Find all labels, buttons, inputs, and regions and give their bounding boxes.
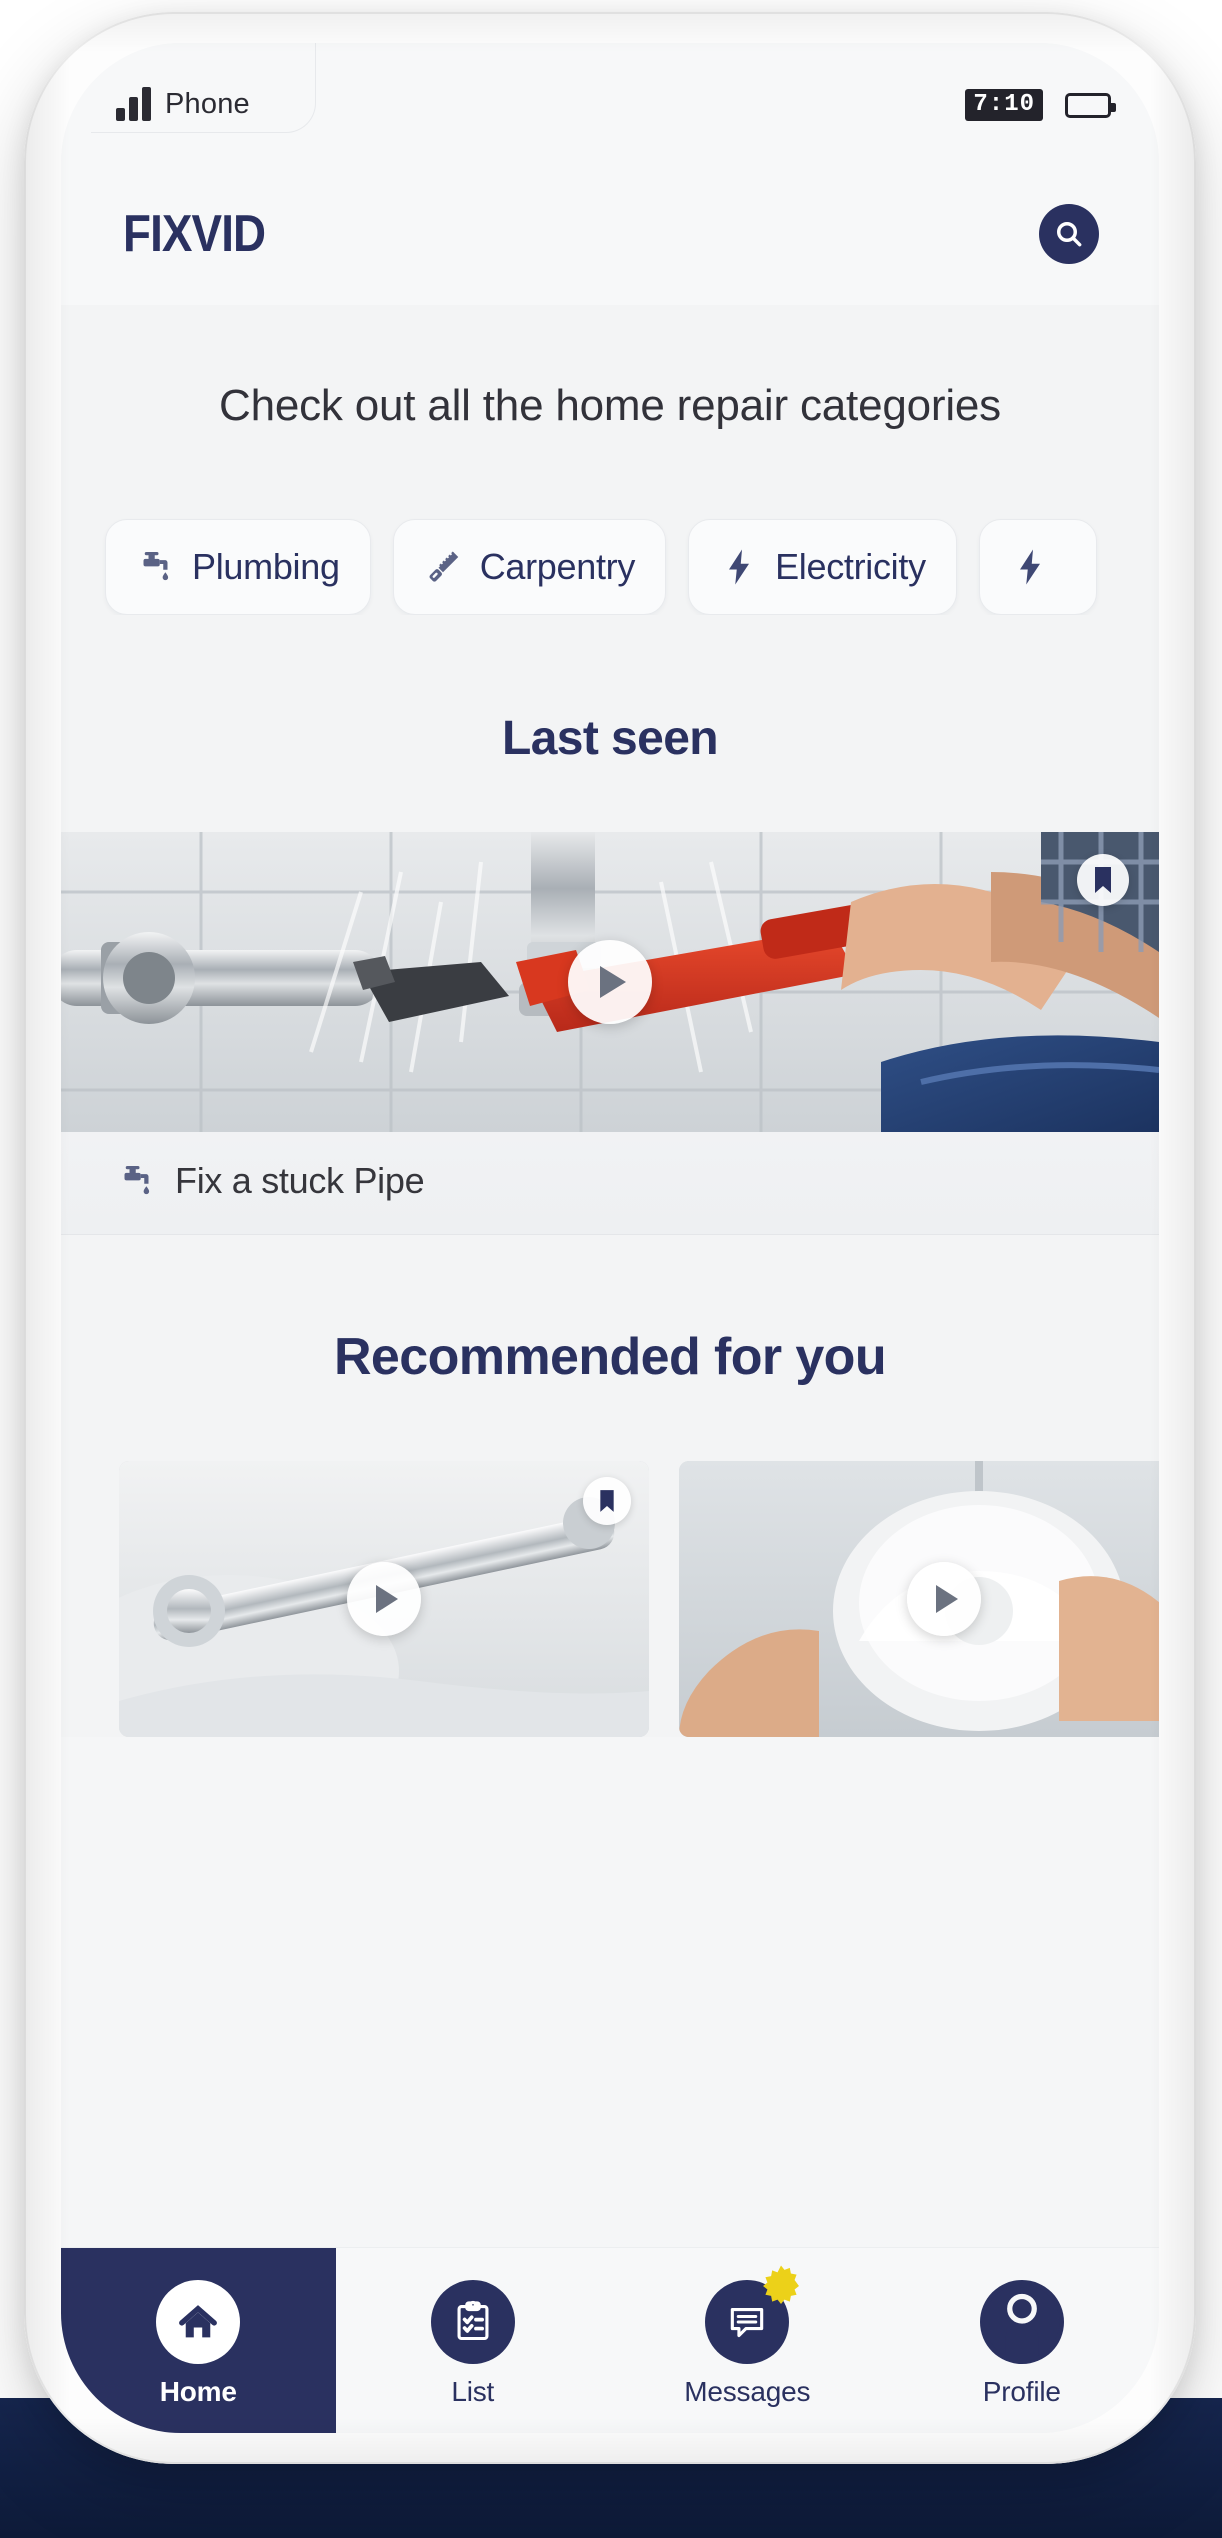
category-chip-plumbing[interactable]: Plumbing bbox=[105, 519, 371, 616]
lightning-bolt-icon bbox=[1010, 547, 1050, 587]
nav-item-label: Home bbox=[159, 2375, 237, 2407]
category-chip-label: Carpentry bbox=[479, 546, 636, 588]
category-chip-partial[interactable] bbox=[978, 519, 1097, 616]
phone-device-mockup: Phone 7:10 FIXVID Check out all the home… bbox=[24, 12, 1196, 2464]
recommended-card-2[interactable] bbox=[679, 1461, 1159, 1738]
faucet-icon bbox=[136, 547, 176, 587]
nav-item-list[interactable]: List bbox=[336, 2248, 611, 2433]
home-icon bbox=[156, 2279, 241, 2364]
category-chip-label: Electricity bbox=[775, 546, 926, 588]
nav-item-profile[interactable]: Profile bbox=[885, 2248, 1160, 2433]
nav-item-home[interactable]: Home bbox=[61, 2248, 336, 2433]
lightning-bolt-icon bbox=[719, 547, 759, 587]
app-header: FIXVID bbox=[61, 163, 1159, 305]
nav-item-label: Profile bbox=[982, 2375, 1061, 2407]
notification-badge bbox=[759, 2264, 803, 2308]
screenshot-root: Phone 7:10 FIXVID Check out all the home… bbox=[0, 0, 1222, 2538]
battery-icon bbox=[1065, 92, 1116, 118]
nav-item-label: List bbox=[451, 2375, 495, 2407]
status-bar: Phone 7:10 bbox=[61, 43, 1159, 163]
play-icon[interactable] bbox=[568, 940, 652, 1025]
carrier-label: Phone bbox=[165, 88, 250, 120]
recommended-card-row[interactable] bbox=[61, 1461, 1159, 1738]
section-title-recommended: Recommended for you bbox=[333, 1328, 887, 1387]
page-title: Check out all the home repair categories bbox=[219, 381, 1001, 430]
phone-screen: Phone 7:10 FIXVID Check out all the home… bbox=[61, 43, 1159, 2433]
main-content: Check out all the home repair categories bbox=[61, 305, 1159, 1738]
chat-icon bbox=[705, 2264, 800, 2364]
video-thumbnail[interactable] bbox=[61, 832, 1159, 1133]
bookmark-icon[interactable] bbox=[1077, 854, 1129, 907]
play-triangle bbox=[600, 966, 626, 999]
play-triangle bbox=[376, 1585, 398, 1614]
section-title-last-seen: Last seen bbox=[501, 712, 719, 766]
bottom-navigation[interactable]: Home List Messages Profile bbox=[61, 2247, 1159, 2433]
signal-bars-icon bbox=[116, 85, 151, 121]
status-clock: 7:10 bbox=[965, 89, 1043, 121]
faucet-icon bbox=[117, 1161, 157, 1201]
category-chip-carpentry[interactable]: Carpentry bbox=[392, 519, 667, 616]
person-icon bbox=[979, 2279, 1064, 2364]
saw-icon bbox=[424, 547, 464, 587]
clipboard-icon bbox=[430, 2279, 515, 2364]
category-chip-label: Plumbing bbox=[192, 546, 340, 588]
recommended-card-1[interactable] bbox=[119, 1461, 649, 1738]
nav-item-label: Messages bbox=[684, 2375, 811, 2407]
search-icon[interactable] bbox=[1039, 204, 1099, 264]
status-right: 7:10 bbox=[965, 89, 1116, 121]
play-icon[interactable] bbox=[347, 1562, 421, 1637]
category-chip-row[interactable]: Plumbing Carpentry Electricity bbox=[61, 435, 1159, 616]
video-caption-bar: Fix a stuck Pipe bbox=[61, 1132, 1159, 1236]
nav-item-messages[interactable]: Messages bbox=[610, 2248, 885, 2433]
bookmark-icon[interactable] bbox=[583, 1477, 631, 1526]
video-caption-label: Fix a stuck Pipe bbox=[175, 1160, 425, 1202]
play-icon[interactable] bbox=[907, 1562, 981, 1637]
app-logo: FIXVID bbox=[123, 205, 266, 263]
category-chip-electricity[interactable]: Electricity bbox=[688, 519, 957, 616]
last-seen-video-card[interactable]: Fix a stuck Pipe bbox=[61, 832, 1159, 1236]
status-left: Phone bbox=[116, 85, 250, 121]
play-triangle bbox=[936, 1585, 958, 1614]
